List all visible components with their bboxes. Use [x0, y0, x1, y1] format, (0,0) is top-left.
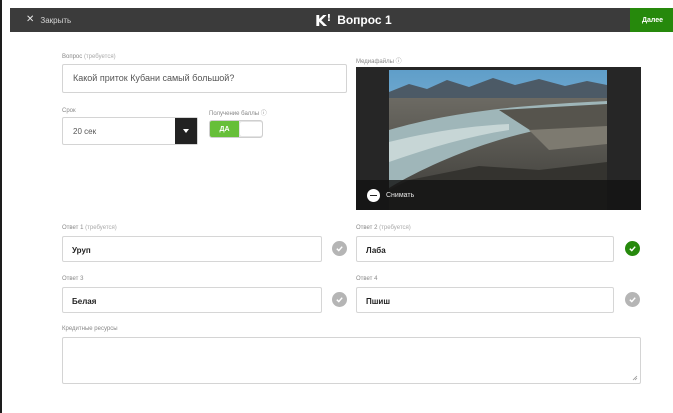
credits-textarea[interactable]	[62, 337, 641, 384]
time-select[interactable]: 20 сек	[62, 117, 198, 145]
check-icon	[629, 297, 636, 303]
kahoot-logo: K!	[315, 10, 331, 30]
logo-letter: K	[315, 12, 327, 30]
close-button[interactable]: ✕ Закрыть	[26, 13, 71, 27]
answer-1-required: (требуется)	[85, 225, 117, 231]
remove-icon	[367, 188, 380, 202]
answer-4-label: Ответ 4	[356, 276, 378, 282]
question-label-text: Вопрос	[62, 54, 83, 60]
answer-3-correct-toggle[interactable]	[332, 292, 347, 307]
answer-2-label: Ответ 2 (требуется)	[356, 225, 411, 231]
close-label: Закрыть	[40, 15, 72, 25]
logo-mark: !	[326, 13, 332, 24]
question-input[interactable]: Какой приток Кубани самый большой?	[62, 64, 347, 93]
toggle-knob	[240, 122, 262, 136]
answer-1-correct-toggle[interactable]	[332, 241, 347, 256]
answer-1-label: Ответ 1 (требуется)	[62, 225, 117, 231]
remove-media-button[interactable]: Снимать	[367, 188, 415, 202]
time-label: Срок	[62, 108, 76, 114]
credits-label: Кредитные ресурсы	[62, 326, 118, 332]
answer-3-input[interactable]: Белая	[62, 287, 322, 313]
question-label: Вопрос (требуется)	[62, 54, 116, 60]
question-required: (требуется)	[83, 54, 116, 60]
title-group: K! Вопрос 1	[315, 10, 392, 30]
check-icon	[336, 246, 343, 252]
top-bar: ✕ Закрыть K! Вопрос 1 Далее	[10, 8, 673, 32]
toggle-on-label: ДА	[210, 121, 239, 137]
answer-3-label: Ответ 3	[62, 276, 84, 282]
answer-4-correct-toggle[interactable]	[625, 292, 640, 307]
answer-2-correct-toggle[interactable]	[625, 241, 640, 256]
points-toggle[interactable]: ДА	[209, 120, 263, 138]
media-panel: Снимать	[356, 67, 641, 210]
media-toolbar: Снимать	[356, 180, 641, 210]
media-label: Медиафайлы ⓘ	[356, 59, 402, 65]
answer-2-input[interactable]: Лаба	[356, 236, 614, 262]
points-label: Получение баллы ⓘ	[209, 111, 267, 117]
chevron-down-icon[interactable]	[175, 118, 197, 144]
check-icon	[629, 246, 636, 252]
done-button[interactable]: Далее	[630, 8, 673, 32]
resize-handle-icon[interactable]	[632, 375, 638, 381]
check-icon	[336, 297, 343, 303]
remove-media-label: Снимать	[386, 191, 415, 199]
time-value: 20 сек	[73, 127, 97, 136]
question-editor: ✕ Закрыть K! Вопрос 1 Далее Вопрос (треб…	[0, 0, 673, 413]
page-title: Вопрос 1	[337, 13, 392, 27]
answer-1-input[interactable]: Уруп	[62, 236, 322, 262]
answer-4-input[interactable]: Пшиш	[356, 287, 614, 313]
answer-2-label-text: Ответ 2	[356, 225, 378, 231]
answer-2-required: (требуется)	[379, 225, 411, 231]
answer-1-label-text: Ответ 1	[62, 225, 84, 231]
close-icon: ✕	[26, 14, 35, 25]
